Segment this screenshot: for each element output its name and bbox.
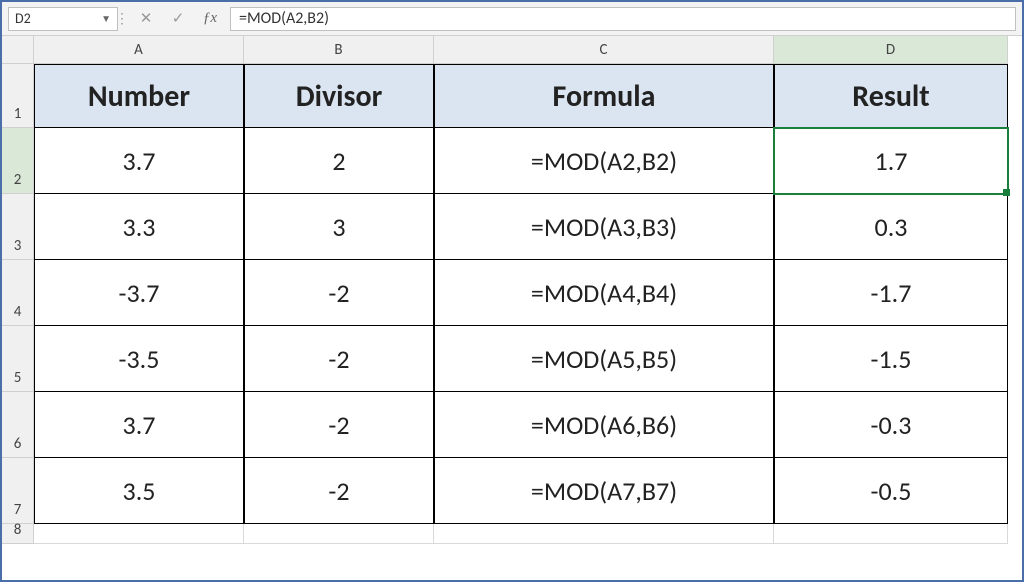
cell-d6[interactable]: -0.3 — [774, 392, 1008, 458]
cell-d4[interactable]: -1.7 — [774, 260, 1008, 326]
cell-a7[interactable]: 3.5 — [34, 458, 244, 524]
name-box-value: D2 — [15, 10, 31, 27]
row-header-2[interactable]: 2 — [2, 128, 34, 194]
cell-d1[interactable]: Result — [774, 64, 1008, 128]
cell-a5[interactable]: -3.5 — [34, 326, 244, 392]
cell-value: 1.7 — [875, 145, 908, 177]
fill-handle[interactable] — [1003, 189, 1010, 196]
cell-b7[interactable]: -2 — [244, 458, 434, 524]
cell-b4[interactable]: -2 — [244, 260, 434, 326]
cell-a1[interactable]: Number — [34, 64, 244, 128]
cell-c2[interactable]: =MOD(A2,B2) — [434, 128, 774, 194]
chevron-down-icon[interactable]: ▼ — [101, 12, 111, 25]
cancel-icon[interactable]: ✕ — [134, 7, 158, 31]
row-header-8[interactable]: 8 — [2, 524, 34, 544]
cell-b5[interactable]: -2 — [244, 326, 434, 392]
formula-input[interactable]: =MOD(A2,B2) — [230, 7, 1016, 31]
row-header-7[interactable]: 7 — [2, 458, 34, 524]
cell-d2[interactable]: 1.7 — [774, 128, 1008, 194]
spreadsheet-grid: A B C D 1 Number Divisor Formula Result … — [2, 36, 1022, 544]
fx-icon[interactable]: ƒx — [198, 7, 222, 31]
cell-c5[interactable]: =MOD(A5,B5) — [434, 326, 774, 392]
cell-b2[interactable]: 2 — [244, 128, 434, 194]
cell-a8[interactable] — [34, 524, 244, 544]
row-header-3[interactable]: 3 — [2, 194, 34, 260]
row-header-6[interactable]: 6 — [2, 392, 34, 458]
enter-icon[interactable]: ✓ — [166, 7, 190, 31]
cell-b3[interactable]: 3 — [244, 194, 434, 260]
col-header-a[interactable]: A — [34, 36, 244, 64]
col-header-b[interactable]: B — [244, 36, 434, 64]
row-header-4[interactable]: 4 — [2, 260, 34, 326]
cell-d7[interactable]: -0.5 — [774, 458, 1008, 524]
cell-b1[interactable]: Divisor — [244, 64, 434, 128]
name-box[interactable]: D2 ▼ — [8, 7, 118, 31]
cell-c3[interactable]: =MOD(A3,B3) — [434, 194, 774, 260]
cell-a4[interactable]: -3.7 — [34, 260, 244, 326]
cell-c6[interactable]: =MOD(A6,B6) — [434, 392, 774, 458]
row-header-5[interactable]: 5 — [2, 326, 34, 392]
cell-a6[interactable]: 3.7 — [34, 392, 244, 458]
cell-b8[interactable] — [244, 524, 434, 544]
cell-b6[interactable]: -2 — [244, 392, 434, 458]
select-all-corner[interactable] — [2, 36, 34, 64]
cell-a2[interactable]: 3.7 — [34, 128, 244, 194]
cell-c8[interactable] — [434, 524, 774, 544]
cell-c1[interactable]: Formula — [434, 64, 774, 128]
formula-bar: D2 ▼ ⋮ ✕ ✓ ƒx =MOD(A2,B2) — [2, 2, 1022, 36]
cell-a3[interactable]: 3.3 — [34, 194, 244, 260]
cell-c4[interactable]: =MOD(A4,B4) — [434, 260, 774, 326]
divider-dots-icon: ⋮ — [120, 10, 124, 27]
formula-text: =MOD(A2,B2) — [239, 9, 329, 28]
row-header-1[interactable]: 1 — [2, 64, 34, 128]
cell-c7[interactable]: =MOD(A7,B7) — [434, 458, 774, 524]
cell-d3[interactable]: 0.3 — [774, 194, 1008, 260]
col-header-c[interactable]: C — [434, 36, 774, 64]
cell-d8[interactable] — [774, 524, 1008, 544]
cell-d5[interactable]: -1.5 — [774, 326, 1008, 392]
col-header-d[interactable]: D — [774, 36, 1008, 64]
